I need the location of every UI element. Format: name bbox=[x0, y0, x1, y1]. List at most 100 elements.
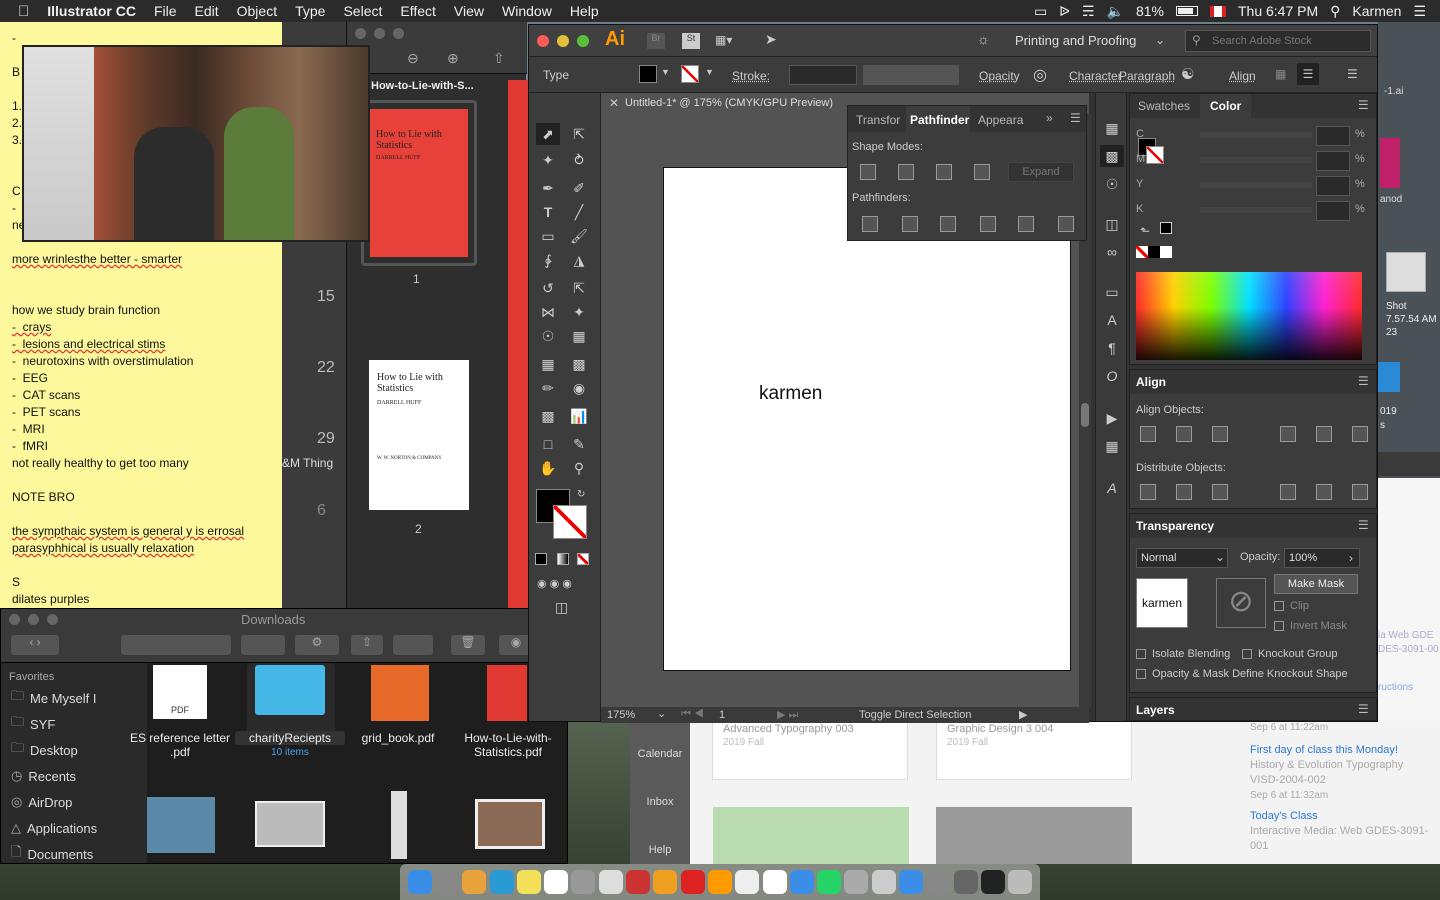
clip-checkbox[interactable]: Clip bbox=[1274, 600, 1309, 612]
gradient-panel-icon[interactable]: ▭ bbox=[1100, 281, 1124, 303]
blend-mode-select[interactable]: Normal ⌄ bbox=[1136, 548, 1228, 568]
curvature-tool-icon[interactable]: ✐ bbox=[567, 177, 591, 199]
page-thumbnail[interactable]: How to Lie with Statistics DARRELL HUFF … bbox=[369, 360, 469, 510]
menu-select[interactable]: Select bbox=[334, 3, 391, 19]
menu-window[interactable]: Window bbox=[493, 3, 561, 19]
links-panel-icon[interactable]: ∞ bbox=[1100, 241, 1124, 263]
lasso-icon[interactable]: ⥁ bbox=[567, 149, 591, 171]
scroll-thumb[interactable] bbox=[1081, 403, 1089, 427]
shape-builder-icon[interactable]: ☉ bbox=[536, 325, 560, 347]
artboard-tool-icon[interactable]: □ bbox=[536, 433, 560, 455]
line-tool-icon[interactable]: ╱ bbox=[567, 201, 591, 223]
screen-mode-icon[interactable]: ◫ bbox=[555, 599, 568, 616]
nav-help[interactable]: Help bbox=[630, 844, 690, 856]
dock-finder-icon[interactable] bbox=[407, 870, 432, 894]
dock-screenshot-icon[interactable] bbox=[871, 870, 896, 894]
battery-icon[interactable] bbox=[1175, 6, 1198, 16]
airplay-icon[interactable]: ▭ bbox=[1034, 3, 1047, 20]
eraser-icon[interactable]: ◮ bbox=[567, 249, 591, 271]
bluetooth-icon[interactable]: ᐉ bbox=[1059, 3, 1070, 20]
opentype-icon[interactable]: ☯ bbox=[1181, 65, 1194, 83]
calendar-day[interactable]: 22 bbox=[317, 359, 335, 377]
document-tab[interactable]: Untitled-1* @ 175% (CMYK/GPU Preview) bbox=[625, 97, 833, 109]
page-thumb-selected[interactable]: How to Lie with Statistics DARRELL HUFF bbox=[361, 100, 477, 266]
intersect-icon[interactable] bbox=[936, 164, 952, 180]
appearance-panel-icon[interactable]: ☉ bbox=[1100, 173, 1124, 195]
sidebar-item-me-myself-i[interactable]: 🗀 Me Myself I bbox=[1, 685, 147, 711]
close-button[interactable] bbox=[9, 614, 20, 625]
battery-percent[interactable]: 81% bbox=[1136, 3, 1164, 19]
hand-tool-icon[interactable]: ✋ bbox=[536, 457, 560, 479]
dock-acrobat-icon[interactable] bbox=[680, 870, 705, 894]
desktop-file-label[interactable]: s bbox=[1380, 420, 1385, 431]
stroke-color-box[interactable] bbox=[553, 505, 587, 539]
share-icon[interactable]: ⇧ bbox=[351, 635, 383, 655]
align-top-icon[interactable] bbox=[1280, 426, 1296, 442]
notification-title[interactable]: First day of class this Monday! bbox=[1250, 743, 1430, 758]
magic-wand-icon[interactable]: ✦ bbox=[536, 149, 560, 171]
knockout-group-checkbox[interactable]: Knockout Group bbox=[1242, 648, 1338, 660]
minimize-button[interactable] bbox=[374, 28, 385, 39]
status-text[interactable]: Toggle Direct Selection bbox=[859, 709, 972, 721]
course-card-image[interactable] bbox=[713, 807, 909, 864]
group-button[interactable] bbox=[241, 635, 285, 655]
zoom-level[interactable]: 175% bbox=[607, 709, 635, 721]
distribute-top-icon[interactable] bbox=[1140, 484, 1156, 500]
video-player[interactable] bbox=[22, 45, 370, 242]
tab-swatches[interactable]: Swatches bbox=[1138, 99, 1190, 113]
file-name[interactable]: charityReciepts bbox=[235, 731, 345, 745]
slice-tool-icon[interactable]: ✎ bbox=[567, 433, 591, 455]
view-mode-buttons[interactable] bbox=[121, 635, 231, 655]
user-name[interactable]: Karmen bbox=[1352, 3, 1401, 19]
chevron-down-icon[interactable]: ⌄ bbox=[1155, 33, 1165, 47]
artboards-panel-icon[interactable]: ◫ bbox=[1100, 213, 1124, 235]
selection-tool-icon[interactable]: ⬈ bbox=[536, 123, 560, 145]
volume-icon[interactable]: 🔈 bbox=[1107, 3, 1124, 20]
eyedropper-icon[interactable]: ✏ bbox=[536, 377, 560, 399]
invert-mask-checkbox[interactable]: Invert Mask bbox=[1274, 620, 1347, 632]
transparency-title[interactable]: Transparency bbox=[1136, 519, 1214, 533]
wifi-icon[interactable]: ☴ bbox=[1082, 3, 1095, 20]
desktop-file-label[interactable]: Shot 7.57.54 AM 23 bbox=[1386, 300, 1437, 339]
dock-sublime-icon[interactable] bbox=[653, 870, 678, 894]
expand-panels-icon[interactable]: » bbox=[1046, 111, 1053, 125]
dock-messages-icon[interactable] bbox=[789, 870, 814, 894]
divide-icon[interactable] bbox=[862, 216, 878, 232]
opacity-mask-checkbox[interactable]: Opacity & Mask Define Knockout Shape bbox=[1136, 668, 1348, 680]
play-icon[interactable]: ▶ bbox=[1019, 708, 1027, 721]
apple-icon[interactable]:  bbox=[0, 3, 38, 20]
stock-icon[interactable]: St bbox=[682, 33, 700, 49]
stroke-color-box[interactable] bbox=[1146, 146, 1164, 164]
close-tab-icon[interactable]: ✕ bbox=[609, 96, 619, 110]
menu-edit[interactable]: Edit bbox=[186, 3, 228, 19]
tab-appearance[interactable]: Appeara bbox=[978, 113, 1023, 127]
bridge-icon[interactable]: Br bbox=[647, 33, 665, 49]
align-vcenter-icon[interactable] bbox=[1316, 426, 1332, 442]
align-right-icon[interactable] bbox=[1212, 426, 1228, 442]
close-button[interactable] bbox=[355, 28, 366, 39]
mesh-tool-icon[interactable]: ▦ bbox=[536, 353, 560, 375]
dock-safari-icon[interactable] bbox=[489, 870, 514, 894]
panel-menu-icon[interactable]: ☰ bbox=[1358, 98, 1369, 112]
none-mode-icon[interactable] bbox=[577, 553, 589, 565]
dock-folder-icon[interactable] bbox=[898, 870, 923, 894]
zoom-button[interactable] bbox=[47, 614, 58, 625]
trim-icon[interactable] bbox=[902, 216, 918, 232]
fill-swatch[interactable] bbox=[639, 65, 657, 83]
align-bottom-icon[interactable] bbox=[1352, 426, 1368, 442]
minus-front-icon[interactable] bbox=[898, 164, 914, 180]
nav-calendar[interactable]: Calendar bbox=[630, 748, 690, 760]
sidebar-item-recents[interactable]: ◷ Recents bbox=[1, 763, 147, 789]
gpu-performance-icon[interactable]: ➤ bbox=[765, 31, 777, 48]
distribute-hcenter-icon[interactable] bbox=[1316, 484, 1332, 500]
minimize-button[interactable] bbox=[557, 35, 569, 47]
align-title[interactable]: Align bbox=[1136, 375, 1166, 389]
make-mask-button[interactable]: Make Mask bbox=[1274, 574, 1358, 594]
distribute-left-icon[interactable] bbox=[1280, 484, 1296, 500]
channel-slider[interactable] bbox=[1200, 207, 1312, 213]
clock[interactable]: Thu 6:47 PM bbox=[1238, 3, 1318, 19]
menu-type[interactable]: Type bbox=[286, 3, 334, 19]
file-name[interactable]: How-to-Lie-with-Statistics.pdf bbox=[453, 731, 563, 759]
chevron-down-icon[interactable]: ▼ bbox=[705, 67, 714, 77]
black-swatch[interactable] bbox=[1148, 246, 1160, 258]
